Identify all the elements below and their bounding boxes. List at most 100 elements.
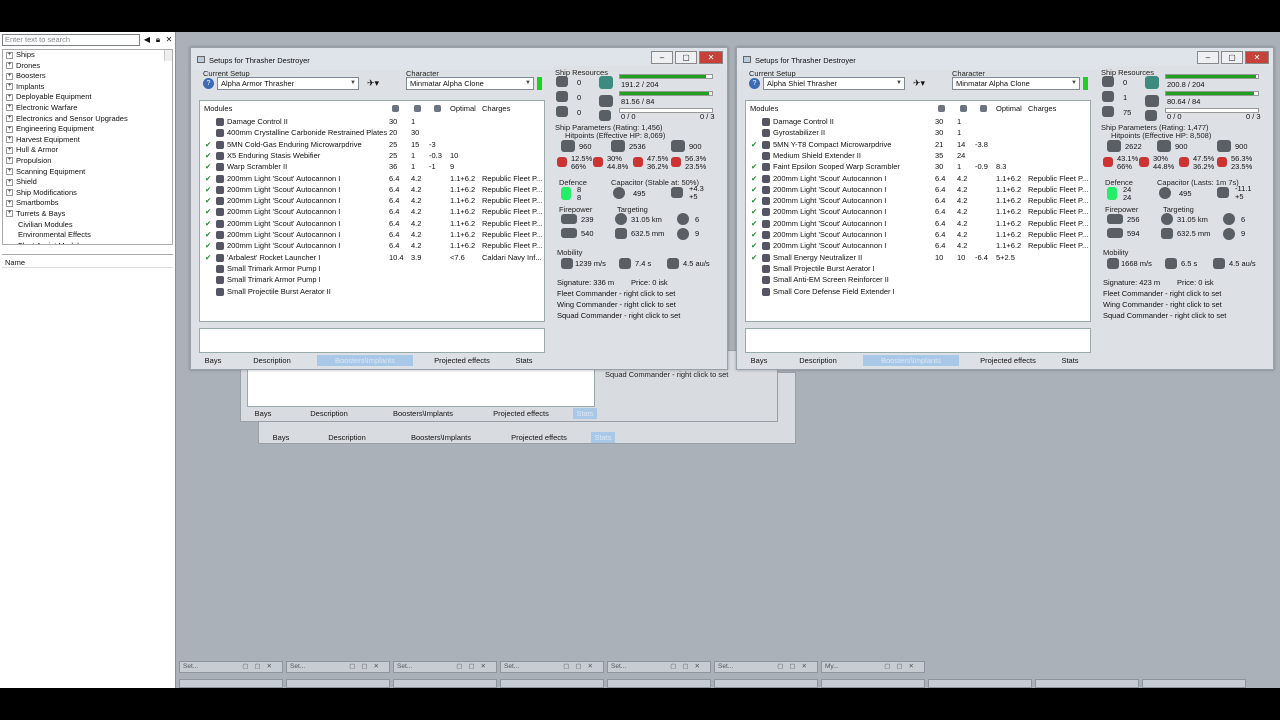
tab-stats[interactable]: Stats xyxy=(591,432,615,443)
tab-stats[interactable]: Stats xyxy=(511,355,537,366)
module-row[interactable]: Damage Control II 30 1 xyxy=(746,116,1090,127)
tree-item[interactable]: + Drones xyxy=(3,61,172,72)
minimized-window[interactable]: Set... ▢▢✕ xyxy=(286,661,390,673)
module-row[interactable]: Gyrostabilizer II 30 1 xyxy=(746,127,1090,138)
module-row[interactable]: ✔ Warp Scrambler II 36 1 -1 9 xyxy=(200,161,544,172)
module-row[interactable]: 400mm Crystalline Carbonide Restrained P… xyxy=(200,127,544,138)
expand-icon[interactable]: + xyxy=(6,136,13,144)
tree-item[interactable]: + Deployable Equipment xyxy=(3,92,172,103)
tree-item[interactable]: + Ship Modifications xyxy=(3,188,172,199)
wing-commander-slot[interactable]: Wing Commander - right click to set xyxy=(1103,300,1222,309)
search-input[interactable]: Enter text to search xyxy=(2,34,140,46)
module-row[interactable]: ✔ 200mm Light 'Scout' Autocannon I 6.4 4.2 1… xyxy=(746,184,1090,195)
tab-description[interactable]: Description xyxy=(299,432,395,443)
squad-commander-slot[interactable]: Squad Commander - right click to set xyxy=(557,311,680,320)
module-row[interactable]: Medium Shield Extender II 35 24 xyxy=(746,150,1090,161)
tab-boosters-implants[interactable]: Boosters\Implants xyxy=(395,432,487,443)
module-row[interactable]: ✔ 5MN Y-T8 Compact Microwarpdrive 21 14 -3.8 xyxy=(746,139,1090,150)
tree-item[interactable]: Environmental Effects xyxy=(3,230,172,241)
minimized-window[interactable] xyxy=(286,679,390,688)
minimized-window[interactable] xyxy=(821,679,925,688)
module-row[interactable]: ✔ 200mm Light 'Scout' Autocannon I 6.4 4.2 1… xyxy=(200,184,544,195)
module-row[interactable]: ✔ 200mm Light 'Scout' Autocannon I 6.4 4.2 1… xyxy=(200,206,544,217)
ship-setup-menu-icon[interactable]: ✈▾ xyxy=(367,78,379,89)
squad-commander-text[interactable]: Squad Commander - right click to set xyxy=(605,370,728,379)
current-setup-dropdown[interactable]: Alpha Shiel Thrasher ▼ xyxy=(763,77,905,90)
module-row[interactable]: Small Trimark Armor Pump I xyxy=(200,263,544,274)
tab-boosters-implants[interactable]: Boosters\Implants xyxy=(377,408,469,419)
tree-item[interactable]: + Smartbombs xyxy=(3,198,172,209)
expand-icon[interactable]: + xyxy=(6,157,13,165)
module-row[interactable]: ✔ 200mm Light 'Scout' Autocannon I 6.4 4.2 1… xyxy=(746,173,1090,184)
minimize-button[interactable]: – xyxy=(651,51,673,64)
modules-list[interactable]: Modules Optimal Charges Damage Control II 30… xyxy=(745,100,1091,322)
module-row[interactable]: ✔ X5 Enduring Stasis Webifier 25 1 -0.3 10 xyxy=(200,150,544,161)
minimized-window[interactable] xyxy=(179,679,283,688)
minimized-window[interactable]: My... ▢▢✕ xyxy=(821,661,925,673)
minimized-window[interactable]: Set... ▢▢✕ xyxy=(179,661,283,673)
fleet-commander-slot[interactable]: Fleet Commander - right click to set xyxy=(557,289,675,298)
expand-icon[interactable]: + xyxy=(6,125,13,133)
expand-icon[interactable]: + xyxy=(6,210,13,218)
module-row[interactable]: ✔ 200mm Light 'Scout' Autocannon I 6.4 4.2 1… xyxy=(200,229,544,240)
module-row[interactable]: ✔ 'Arbalest' Rocket Launcher I 10.4 3.9 <7.6… xyxy=(200,252,544,263)
module-row[interactable]: Small Trimark Armor Pump I xyxy=(200,274,544,285)
module-row[interactable]: ✔ 5MN Cold-Gas Enduring Microwarpdrive 25 1… xyxy=(200,139,544,150)
expand-icon[interactable]: + xyxy=(6,168,13,176)
tree-item[interactable]: + Electronic Warfare xyxy=(3,103,172,114)
expand-icon[interactable]: + xyxy=(6,72,13,80)
tab-description[interactable]: Description xyxy=(773,355,863,366)
module-row[interactable]: ✔ 200mm Light 'Scout' Autocannon I 6.4 4.2 1… xyxy=(200,195,544,206)
back-arrow-icon[interactable]: ◀ xyxy=(142,34,152,46)
expand-icon[interactable]: + xyxy=(6,178,13,186)
description-area[interactable] xyxy=(745,328,1091,353)
module-row[interactable]: ✔ 200mm Light 'Scout' Autocannon I 6.4 4.2 1… xyxy=(746,206,1090,217)
expand-icon[interactable]: + xyxy=(6,51,13,59)
modules-column-header[interactable]: Modules xyxy=(750,104,778,113)
tab-boosters-implants[interactable]: Boosters\Implants xyxy=(863,355,959,366)
category-tree[interactable]: + Ships + Drones + Boosters + Implants + Deployab… xyxy=(2,49,173,245)
optimal-column-header[interactable]: Optimal xyxy=(450,104,476,113)
ship-setup-menu-icon[interactable]: ✈▾ xyxy=(913,78,925,89)
description-area[interactable] xyxy=(199,328,545,353)
module-row[interactable]: Small Core Defense Field Extender I xyxy=(746,286,1090,297)
module-row[interactable]: ✔ Small Energy Neutralizer II 10 10 -6.4 5+2.… xyxy=(746,252,1090,263)
tree-item[interactable]: + Boosters xyxy=(3,71,172,82)
module-row[interactable]: Small Projectile Burst Aerator I xyxy=(746,263,1090,274)
expand-icon[interactable]: + xyxy=(6,93,13,101)
lock-icon[interactable]: 🔒︎ xyxy=(153,34,163,46)
tree-item[interactable]: + Harvest Equipment xyxy=(3,135,172,146)
help-icon[interactable]: ? xyxy=(203,78,214,89)
module-row[interactable]: ✔ 200mm Light 'Scout' Autocannon I 6.4 4.2 1… xyxy=(200,240,544,251)
tree-item[interactable]: + Engineering Equipment xyxy=(3,124,172,135)
minimized-window[interactable] xyxy=(1035,679,1139,688)
minimized-window[interactable] xyxy=(1142,679,1246,688)
minimized-window[interactable] xyxy=(500,679,604,688)
module-row[interactable]: ✔ 200mm Light 'Scout' Autocannon I 6.4 4.2 1… xyxy=(746,229,1090,240)
current-setup-dropdown[interactable]: Alpha Armor Thrasher ▼ xyxy=(217,77,359,90)
modules-column-header[interactable]: Modules xyxy=(204,104,232,113)
tab-stats[interactable]: Stats xyxy=(573,408,597,419)
close-button[interactable]: ✕ xyxy=(699,51,723,64)
tab-bays[interactable]: Bays xyxy=(245,408,281,419)
tree-item[interactable]: + Scanning Equipment xyxy=(3,167,172,178)
minimized-window[interactable] xyxy=(714,679,818,688)
module-row[interactable]: Damage Control II 30 1 xyxy=(200,116,544,127)
tab-projected-effects[interactable]: Projected effects xyxy=(469,408,573,419)
minimize-button[interactable]: – xyxy=(1197,51,1219,64)
wing-commander-slot[interactable]: Wing Commander - right click to set xyxy=(557,300,676,309)
module-row[interactable]: ✔ Faint Epsilon Scoped Warp Scrambler 30 1 -… xyxy=(746,161,1090,172)
tree-scrollbar[interactable] xyxy=(164,50,172,61)
tree-item[interactable]: + Ships xyxy=(3,50,172,61)
character-dropdown[interactable]: Minmatar Alpha Clone ▼ xyxy=(952,77,1080,90)
name-column-header[interactable]: Name xyxy=(2,254,173,268)
tab-boosters-implants[interactable]: Boosters\Implants xyxy=(317,355,413,366)
tree-item[interactable]: + Implants xyxy=(3,82,172,93)
tab-projected-effects[interactable]: Projected effects xyxy=(413,355,511,366)
tree-item[interactable]: + Hull & Armor xyxy=(3,145,172,156)
tree-item[interactable]: Fleet Assist Modules xyxy=(3,241,172,244)
tree-item[interactable]: Civilian Modules xyxy=(3,220,172,231)
tree-item[interactable]: + Shield xyxy=(3,177,172,188)
expand-icon[interactable]: + xyxy=(6,83,13,91)
fleet-commander-slot[interactable]: Fleet Commander - right click to set xyxy=(1103,289,1221,298)
